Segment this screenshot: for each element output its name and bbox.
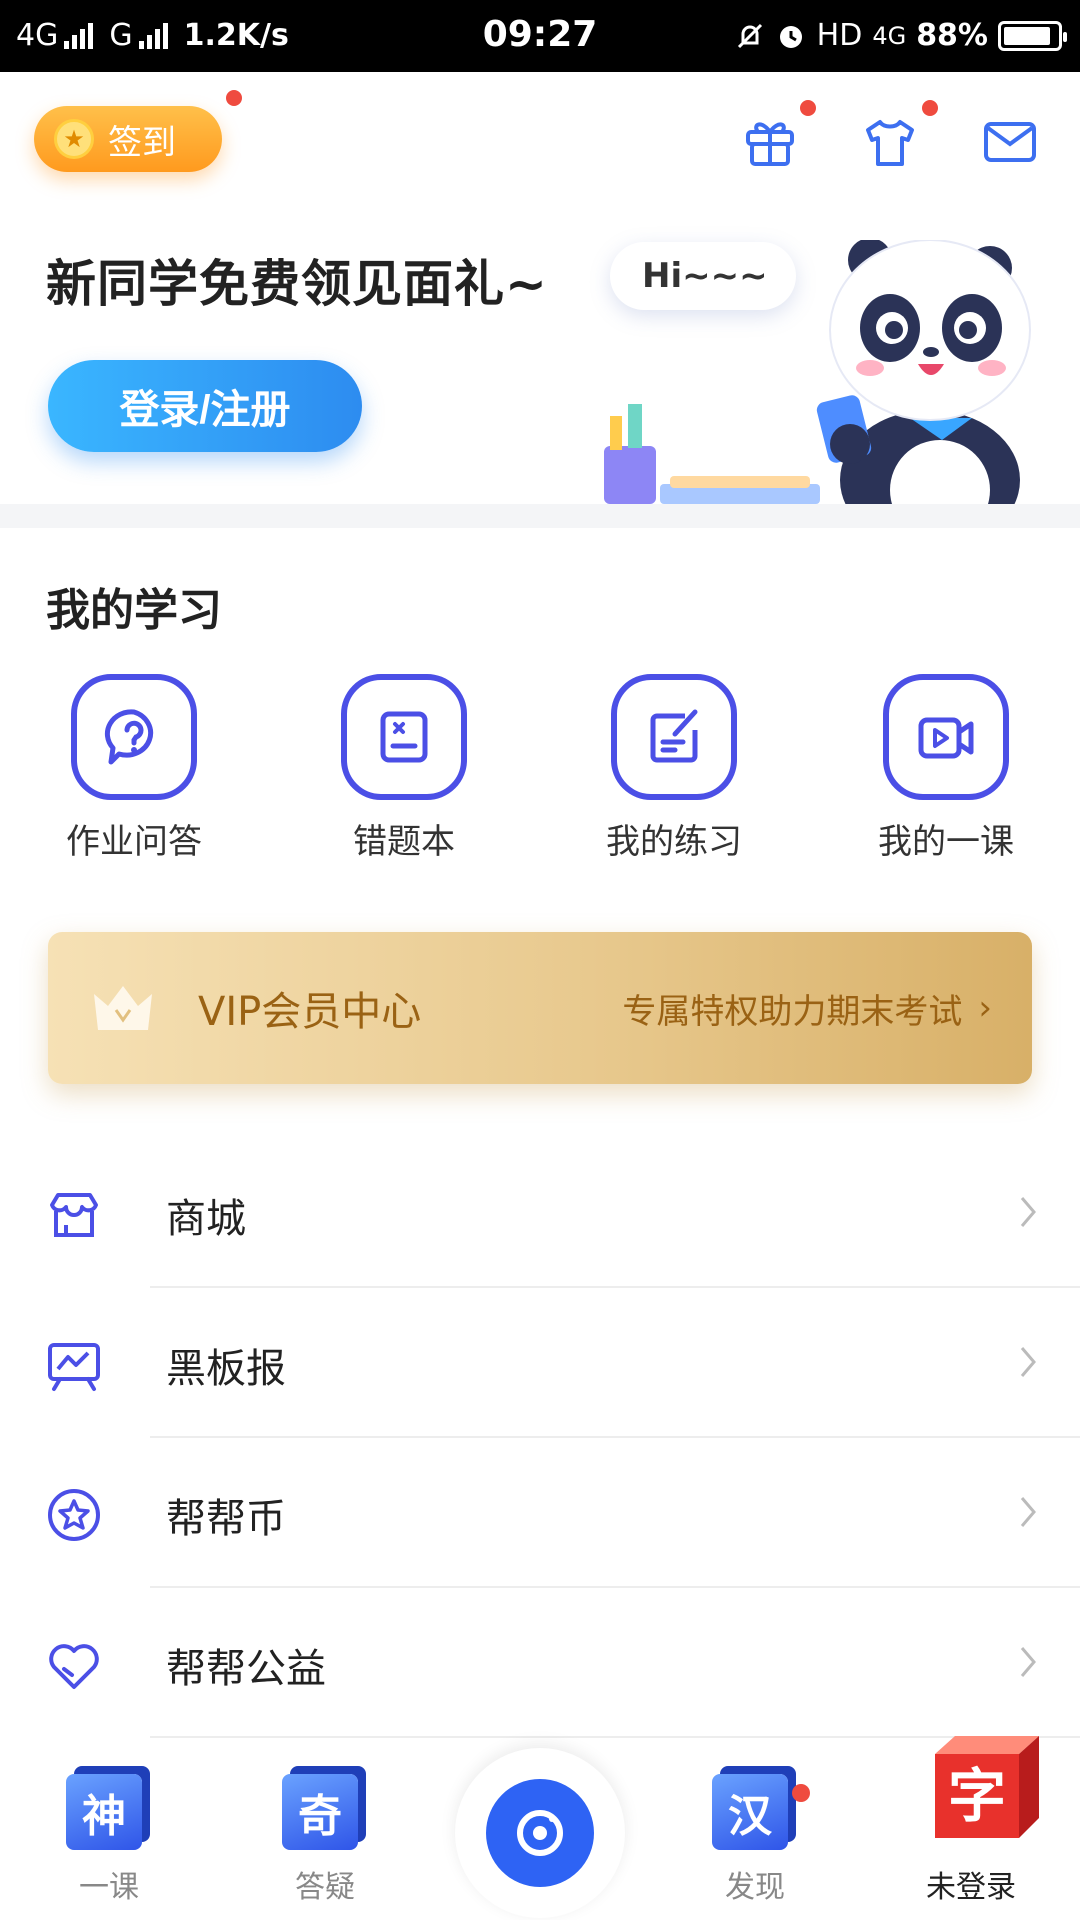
profile-cube-glyph: 字 <box>948 1762 1006 1830</box>
list-divider <box>150 1586 1080 1588</box>
vip-title: VIP会员中心 <box>198 989 422 1035</box>
section-divider-band <box>0 504 1080 528</box>
camera-button[interactable] <box>455 1748 625 1918</box>
my-lesson-label: 我的一课 <box>878 822 1014 862</box>
mute-bell-icon <box>737 23 762 48</box>
tab-discover[interactable]: 汉 发现 <box>680 1764 830 1906</box>
homework-qa-tile[interactable]: 作业问答 <box>34 674 234 863</box>
my-lesson-tile[interactable]: 我的一课 <box>846 674 1046 863</box>
tab-lesson-label: 一课 <box>79 1870 139 1905</box>
chevron-right-icon: › <box>978 988 992 1028</box>
blackboard-icon <box>48 1343 100 1391</box>
list-divider <box>150 1436 1080 1438</box>
hi-speech-bubble: Hi~~~ <box>610 242 796 310</box>
mistake-book-label: 错题本 <box>353 822 455 862</box>
tab-lesson[interactable]: 神 一课 <box>34 1764 184 1906</box>
mistake-book-icon <box>341 674 467 800</box>
alarm-icon <box>779 25 802 48</box>
discover-cube-glyph: 汉 <box>712 1774 788 1850</box>
my-learning-title: 我的学习 <box>46 585 222 636</box>
battery-level <box>1004 26 1050 45</box>
hero-title: 新同学免费领见面礼~ <box>46 255 548 313</box>
tab-qa-label: 答疑 <box>295 1870 355 1905</box>
lesson-cube-icon: 神 <box>66 1764 152 1850</box>
battery-icon <box>998 20 1067 51</box>
tab-profile-label: 未登录 <box>926 1870 1016 1905</box>
list-divider <box>150 1286 1080 1288</box>
my-learning-grid: 作业问答 错题本 我的练习 我的一课 <box>0 674 1080 864</box>
battery-percent: 88% <box>916 18 988 53</box>
menu-item-blackboard[interactable]: 黑板报 <box>0 1290 1080 1440</box>
profile-cube-icon[interactable]: 字 <box>915 1730 1045 1850</box>
my-practice-tile[interactable]: 我的练习 <box>574 674 774 863</box>
discover-cube-icon: 汉 <box>712 1764 798 1850</box>
tab-qa[interactable]: 奇 答疑 <box>250 1764 400 1906</box>
signin-button[interactable]: ★ 签到 <box>34 106 222 172</box>
signin-badge-dot <box>226 90 242 106</box>
qa-cube-icon: 奇 <box>282 1764 368 1850</box>
question-chat-icon <box>71 674 197 800</box>
chevron-right-icon <box>1020 1647 1036 1677</box>
qa-cube-glyph: 奇 <box>282 1774 358 1850</box>
menu-label-charity: 帮帮公益 <box>166 1646 326 1692</box>
menu-label-coins: 帮帮币 <box>166 1496 286 1542</box>
gift-badge-dot <box>800 100 816 116</box>
chevron-right-icon <box>1020 1497 1036 1527</box>
discover-badge-dot <box>792 1784 810 1802</box>
vip-subtitle: 专属特权助力期末考试 <box>622 991 963 1032</box>
chevron-right-icon <box>1020 1197 1036 1227</box>
menu-item-shop[interactable]: 商城 <box>0 1140 1080 1290</box>
mistake-book-tile[interactable]: 错题本 <box>304 674 504 863</box>
star-coin-icon <box>48 1489 100 1541</box>
video-lesson-icon <box>883 674 1009 800</box>
signin-label: 签到 <box>108 122 176 163</box>
shop-icon <box>50 1193 98 1237</box>
my-practice-label: 我的练习 <box>606 822 742 862</box>
practice-edit-icon <box>611 674 737 800</box>
status-right: HD 4G 88% <box>735 18 1067 53</box>
tshirt-icon[interactable] <box>860 112 920 172</box>
gift-icon[interactable] <box>740 112 800 172</box>
menu-item-charity[interactable]: 帮帮公益 <box>0 1590 1080 1740</box>
camera-icon <box>486 1779 594 1887</box>
outfit-badge-dot <box>922 100 938 116</box>
homework-qa-label: 作业问答 <box>66 822 202 862</box>
lte-indicator: 4G <box>872 21 907 50</box>
mail-icon[interactable] <box>980 112 1040 172</box>
login-register-button[interactable]: 登录/注册 <box>48 360 362 452</box>
crown-icon <box>94 986 152 1030</box>
menu-label-blackboard: 黑板报 <box>166 1346 286 1392</box>
menu-item-coins[interactable]: 帮帮币 <box>0 1440 1080 1590</box>
hd-indicator: HD <box>816 18 863 53</box>
star-coin-icon: ★ <box>54 119 94 159</box>
vip-center-banner[interactable]: VIP会员中心 专属特权助力期末考试 › <box>48 932 1032 1084</box>
status-bar: 4G G 1.2K/s 09:27 HD 4G 88% <box>0 0 1080 72</box>
chevron-right-icon <box>1020 1347 1036 1377</box>
heart-icon <box>49 1644 99 1689</box>
lesson-cube-glyph: 神 <box>66 1774 142 1850</box>
tab-discover-label: 发现 <box>725 1870 785 1905</box>
menu-label-shop: 商城 <box>166 1196 246 1242</box>
